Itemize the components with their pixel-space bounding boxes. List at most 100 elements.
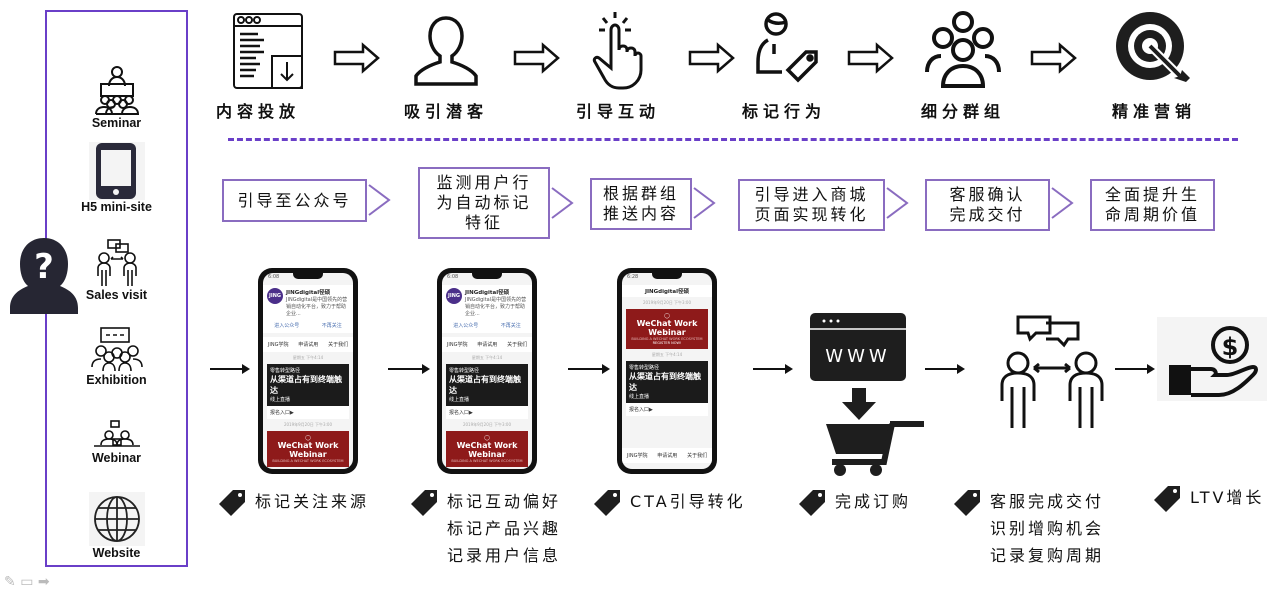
svg-text:?: ? xyxy=(34,247,54,287)
mobile-phone-icon xyxy=(88,142,145,200)
process-box: 引导至公众号 xyxy=(222,179,367,222)
channel-exhibition: Exhibition xyxy=(47,327,186,387)
account-menu: JING学院 申请试用 关于我们 xyxy=(442,337,532,352)
flow-arrow xyxy=(388,364,430,374)
tag-item: CTA引导转化 xyxy=(592,488,746,516)
hollow-arrow-icon xyxy=(333,42,380,74)
unfollow-link[interactable]: 不再关注 xyxy=(501,322,521,329)
card-sub: 零售转型路径 xyxy=(629,365,660,371)
unfollow-link[interactable]: 不再关注 xyxy=(322,322,342,329)
triangle-arrow-icon xyxy=(368,184,391,216)
process-text: 推送内容 xyxy=(602,204,679,223)
menu-item[interactable]: 关于我们 xyxy=(328,341,348,348)
webinar-card[interactable]: ◯ WeChat Work Webinar BUILDING A WECHAT WO… xyxy=(267,431,349,467)
tag-text: 客服完成交付 识别增购机会 记录复购周期 xyxy=(990,488,1104,569)
pencil-icon[interactable]: ✎ xyxy=(4,574,16,590)
tag-icon xyxy=(954,490,980,516)
menu-item[interactable]: JING学院 xyxy=(447,341,468,348)
event-card[interactable]: 零售转型路径 从渠道占有到终端触达 线上直播 xyxy=(446,364,528,406)
tag-line: CTA引导转化 xyxy=(630,492,746,511)
content-browser-icon xyxy=(233,13,303,89)
flow-arrow xyxy=(925,364,965,374)
channel-h5: H5 mini-site xyxy=(47,142,186,214)
timestamp: 星期五 下午4:14 xyxy=(651,352,683,357)
sales-visit-icon xyxy=(96,239,137,286)
process-text: 引导至公众号 xyxy=(237,190,352,210)
www-text: WWW xyxy=(825,346,890,367)
card-button[interactable]: 线上直播 xyxy=(629,393,705,400)
menu-item[interactable]: 申请试用 xyxy=(298,341,318,348)
flow-arrow xyxy=(568,364,610,374)
flow-arrow xyxy=(1115,364,1155,374)
menu-item[interactable]: 关于我们 xyxy=(507,341,527,348)
shopping-cart-icon xyxy=(826,421,924,476)
event-card[interactable]: 零售转型路径 从渠道占有到终端触达 线上直播 xyxy=(267,364,349,406)
process-text: 监测用户行 xyxy=(436,173,532,192)
triangle-arrow-icon xyxy=(551,187,574,219)
menu-item[interactable]: 申请试用 xyxy=(477,341,497,348)
menu-item[interactable]: JING学院 xyxy=(627,452,648,459)
channel-label: Exhibition xyxy=(86,373,147,387)
enter-account-link[interactable]: 进入公众号 xyxy=(453,322,478,329)
tag-item: 客服完成交付 识别增购机会 记录复购周期 xyxy=(952,488,1104,569)
down-arrow-icon xyxy=(842,388,876,420)
process-text: 客服确认 xyxy=(949,185,1026,204)
tag-item: 标记互动偏好 标记产品兴趣 记录用户信息 xyxy=(409,488,561,569)
tag-line: 客服完成交付 xyxy=(990,492,1105,511)
webinar-card[interactable]: ◯ WeChat Work Webinar BUILDING A WECHAT WO… xyxy=(446,431,528,467)
register-entry[interactable]: 报名入口▶ xyxy=(446,406,528,419)
tag-line: 记录复购周期 xyxy=(990,546,1105,565)
step-attract-leads: 吸引潜客 xyxy=(386,10,506,122)
register-entry[interactable]: 报名入口▶ xyxy=(267,406,349,419)
hollow-arrow-icon xyxy=(847,42,894,74)
webinar-sub: BUILDING A WECHAT WORK ECOSYSTEM xyxy=(451,459,523,463)
timestamp: 2019年9月20日 下午3:00 xyxy=(283,422,333,427)
enter-account-link[interactable]: 进入公众号 xyxy=(274,322,299,329)
chat-title: JINGdigital径硕 xyxy=(622,285,712,297)
account-links: 进入公众号 不再关注 xyxy=(442,320,532,333)
box-icon[interactable]: ▭ xyxy=(20,574,33,590)
event-card[interactable]: 零售转型路径 从渠道占有到终端触达 线上直播 xyxy=(626,361,708,403)
menu-item[interactable]: 关于我们 xyxy=(687,452,707,459)
tag-line: 识别增购机会 xyxy=(990,519,1105,538)
process-text: 全面提升生 xyxy=(1104,185,1200,204)
money-hand-icon: $ xyxy=(1157,317,1267,401)
step-label: 引导互动 xyxy=(575,102,660,121)
tag-text: 标记互动偏好 标记产品兴趣 记录用户信息 xyxy=(447,488,561,569)
phone-account-page: 6:08 JING JINGdigital径硕 JINGdigital是中国领先的… xyxy=(258,268,358,474)
step-label: 吸引潜客 xyxy=(403,102,488,121)
webinar-icon xyxy=(93,420,140,447)
step-label: 精准营销 xyxy=(1111,102,1196,121)
menu-item[interactable]: 申请试用 xyxy=(657,452,677,459)
process-text: 引导进入商城 xyxy=(754,185,869,204)
process-box: 监测用户行 为自动标记 特征 xyxy=(418,167,550,239)
menu-item[interactable]: JING学院 xyxy=(268,341,289,348)
timestamp: 星期五 下午4:14 xyxy=(292,355,324,360)
edit-toolbar: ✎ ▭ ➡ xyxy=(4,574,50,590)
channel-label: Website xyxy=(92,546,141,560)
register-now-button[interactable]: REGISTER NOW! xyxy=(628,341,706,345)
account-desc: JINGdigital是中国领先的营销自动化平台，致力于帮助企业... xyxy=(465,297,527,317)
step-segment-groups: 细分群组 xyxy=(903,10,1023,122)
hollow-arrow-icon xyxy=(1030,42,1077,74)
process-box: 引导进入商城 页面实现转化 xyxy=(738,179,885,231)
step-label: 内容投放 xyxy=(215,102,300,121)
card-button[interactable]: 线上直播 xyxy=(270,396,346,403)
webinar-sub: BUILDING A WECHAT WORK ECOSYSTEM xyxy=(272,459,344,463)
svg-text:$: $ xyxy=(1222,333,1239,361)
share-arrow-icon[interactable]: ➡ xyxy=(38,574,50,590)
webinar-card[interactable]: ◯ WeChat Work Webinar BUILDING A WECHAT WO… xyxy=(626,309,708,349)
card-title: 从渠道占有到终端触达 xyxy=(449,375,521,395)
tag-line: 标记关注来源 xyxy=(255,492,370,511)
account-links: 进入公众号 不再关注 xyxy=(263,320,353,333)
www-browser-icon: WWW xyxy=(810,313,906,381)
channel-label: Webinar xyxy=(91,451,142,465)
account-header: JING JINGdigital径硕 JINGdigital是中国领先的营销自动化… xyxy=(263,285,353,320)
tag-item: 标记关注来源 xyxy=(217,488,369,516)
tag-icon xyxy=(799,490,825,516)
register-entry[interactable]: 报名入口▶ xyxy=(626,403,708,416)
card-title: 从渠道占有到终端触达 xyxy=(629,372,701,392)
tag-icon xyxy=(411,490,437,516)
card-button[interactable]: 线上直播 xyxy=(449,396,525,403)
tag-line: 标记产品兴趣 xyxy=(447,519,562,538)
